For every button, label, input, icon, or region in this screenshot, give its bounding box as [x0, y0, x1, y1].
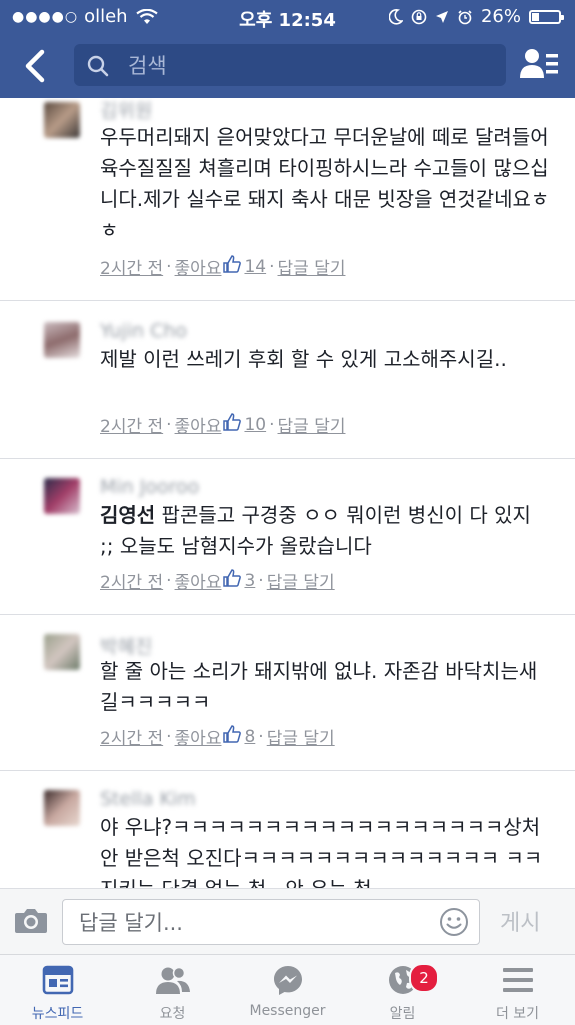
bottom-tab-bar: 뉴스피드 요청 Messenger 2 알림 더 보기: [0, 954, 575, 1025]
notification-badge: 2: [409, 963, 439, 993]
like-button[interactable]: 좋아요: [175, 568, 222, 593]
reply-button[interactable]: 답글 달기: [267, 724, 335, 749]
like-button[interactable]: 좋아요: [175, 412, 222, 437]
tagged-user[interactable]: 김영선: [100, 503, 155, 527]
friend-requests-icon: [155, 966, 190, 994]
comment-time[interactable]: 2시간 전: [100, 568, 163, 593]
comment-meta: 2시간 전 · 좋아요 10 · 답글 달기: [100, 412, 345, 437]
tab-friend-requests[interactable]: 요청: [115, 961, 230, 1023]
comment-item: Stella Kim 야 우냐?ㅋㅋㅋㅋㅋㅋㅋㅋㅋㅋㅋㅋㅋㅋㅋㅋㅋㅋ상처 안 받…: [0, 770, 575, 888]
menu-icon: [502, 968, 533, 992]
like-count[interactable]: 3: [244, 571, 255, 591]
thumbs-up-icon: [223, 725, 242, 748]
comment-meta: 2시간 전 · 좋아요 3 · 답글 달기: [100, 568, 335, 593]
tab-more[interactable]: 더 보기: [460, 961, 575, 1023]
comment-author-name[interactable]: Yujin Cho: [100, 320, 187, 342]
comment-text: 제발 이런 쓰레기 후회 할 수 있게 고소해주시길..: [100, 347, 507, 371]
navigation-bar: [0, 40, 575, 92]
like-button[interactable]: 좋아요: [175, 254, 222, 279]
reply-button[interactable]: 답글 달기: [278, 254, 346, 279]
battery-level-fill: [532, 12, 540, 21]
alarm-icon: [458, 9, 472, 24]
comment-text: 할 줄 아는 소리가 돼지밖에 없냐. 자존감 바닥치는새길ㅋㅋㅋㅋㅋ: [100, 659, 538, 714]
avatar[interactable]: [44, 478, 80, 514]
search-input[interactable]: [126, 44, 490, 88]
like-count[interactable]: 14: [244, 257, 266, 277]
comment-author-name[interactable]: Min Jooroo: [100, 476, 199, 498]
battery-percent: 26%: [480, 6, 521, 27]
comment-author-name[interactable]: 박혜진: [100, 632, 152, 659]
thumbs-up-icon: [223, 255, 242, 278]
reply-input-container[interactable]: [62, 899, 480, 946]
reply-button[interactable]: 답글 달기: [267, 568, 335, 593]
reply-button[interactable]: 답글 달기: [278, 412, 346, 437]
comment-item: Min Jooroo 김영선 팝콘들고 구경중 ㅇㅇ 뭐이런 병신이 다 있지 …: [0, 458, 575, 615]
thumbs-up-icon: [223, 569, 242, 592]
avatar[interactable]: [44, 322, 80, 358]
comment-time[interactable]: 2시간 전: [100, 724, 163, 749]
tab-news-feed[interactable]: 뉴스피드: [0, 961, 115, 1023]
battery-icon: [529, 9, 564, 24]
emoji-icon[interactable]: [439, 907, 469, 937]
app-header: ●●●●○ olleh 오후 12:54 26%: [0, 0, 575, 98]
tab-messenger[interactable]: Messenger: [230, 961, 345, 1019]
comment-time[interactable]: 2시간 전: [100, 254, 163, 279]
moon-icon: [388, 8, 403, 25]
like-button[interactable]: 좋아요: [175, 724, 222, 749]
rotation-lock-icon: [411, 9, 427, 24]
post-button[interactable]: 게시: [500, 905, 540, 937]
search-icon: [87, 55, 109, 77]
tab-label: 요청: [159, 1006, 186, 1022]
avatar[interactable]: [44, 790, 80, 826]
reply-input[interactable]: [77, 900, 441, 946]
tab-notifications[interactable]: 2 알림: [345, 961, 460, 1023]
like-count[interactable]: 8: [244, 727, 255, 747]
comment-author-name[interactable]: Stella Kim: [100, 788, 196, 810]
tab-label: 뉴스피드: [31, 1006, 84, 1022]
comment-item: 박혜진 할 줄 아는 소리가 돼지밖에 없냐. 자존감 바닥치는새길ㅋㅋㅋㅋㅋ …: [0, 614, 575, 771]
like-count[interactable]: 10: [244, 415, 266, 435]
reply-composer: 게시: [0, 888, 575, 955]
comment-text: 우두머리돼지 읃어맞았다고 무더운날에 떼로 달려들어 육수질질질 쳐흘리며 타…: [100, 125, 550, 242]
comment-text-body: 팝콘들고 구경중 ㅇㅇ 뭐이런 병신이 다 있지 ;; 오늘도 남혐지수가 올랐…: [100, 503, 531, 558]
avatar[interactable]: [44, 102, 80, 138]
comment-time[interactable]: 2시간 전: [100, 412, 163, 437]
camera-icon[interactable]: [14, 905, 48, 935]
news-feed-icon: [42, 965, 73, 995]
comment-list[interactable]: 김위원 우두머리돼지 읃어맞았다고 무더운날에 떼로 달려들어 육수질질질 쳐흘…: [0, 98, 575, 888]
comment-meta: 2시간 전 · 좋아요 14 · 답글 달기: [100, 254, 345, 279]
comment-item: 김위원 우두머리돼지 읃어맞았다고 무더운날에 떼로 달려들어 육수질질질 쳐흘…: [0, 98, 575, 301]
friends-list-icon[interactable]: [519, 46, 559, 82]
tab-label: 알림: [389, 1006, 416, 1022]
avatar[interactable]: [44, 634, 80, 670]
comment-meta: 2시간 전 · 좋아요 8 · 답글 달기: [100, 724, 335, 749]
comment-text: 야 우냐?ㅋㅋㅋㅋㅋㅋㅋㅋㅋㅋㅋㅋㅋㅋㅋㅋㅋㅋ상처 안 받은척 오진다ㅋㅋㅋㅋㅋ…: [100, 815, 543, 888]
back-chevron-icon[interactable]: [18, 46, 52, 86]
tab-label: Messenger: [249, 1003, 326, 1019]
search-bar[interactable]: [74, 44, 506, 88]
location-icon: [435, 10, 448, 23]
messenger-icon: [273, 966, 302, 995]
comment-text: 김영선 팝콘들고 구경중 ㅇㅇ 뭐이런 병신이 다 있지 ;; 오늘도 남혐지수…: [100, 500, 550, 562]
comment-item: Yujin Cho 제발 이런 쓰레기 후회 할 수 있게 고소해주시길.. 2…: [0, 300, 575, 459]
status-bar: ●●●●○ olleh 오후 12:54 26%: [0, 0, 575, 34]
comment-author-name[interactable]: 김위원: [100, 98, 152, 123]
thumbs-up-icon: [223, 413, 242, 436]
tab-label: 더 보기: [495, 1006, 540, 1022]
